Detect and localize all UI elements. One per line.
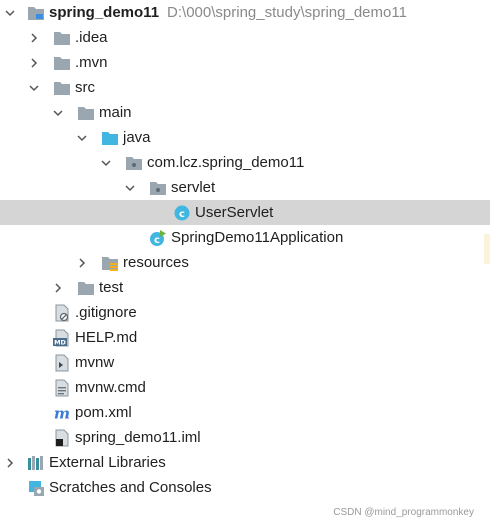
folder-icon bbox=[77, 279, 95, 297]
scratches-icon bbox=[27, 479, 45, 497]
iml-file-icon bbox=[53, 429, 71, 447]
resources-folder-icon bbox=[101, 254, 119, 272]
tree-item-label: servlet bbox=[171, 175, 215, 200]
chevron-down-icon[interactable] bbox=[99, 150, 113, 175]
svg-text:m: m bbox=[54, 404, 70, 422]
chevron-right-icon[interactable] bbox=[27, 25, 41, 50]
tree-item[interactable]: MD HELP.md bbox=[0, 325, 490, 350]
tree-item[interactable]: resources bbox=[0, 250, 490, 275]
chevron-down-icon[interactable] bbox=[27, 75, 41, 100]
tree-item-name: pom.xml bbox=[75, 404, 132, 421]
tree-item-label: .gitignore bbox=[75, 300, 137, 325]
module-folder-icon bbox=[27, 4, 45, 22]
tree-item-name: Scratches and Consoles bbox=[49, 479, 212, 496]
tree-item-name: .gitignore bbox=[75, 304, 137, 321]
tree-item[interactable]: test bbox=[0, 275, 490, 300]
svg-text:MD: MD bbox=[54, 339, 66, 347]
chevron-right-icon[interactable] bbox=[75, 250, 89, 275]
text-file-icon bbox=[53, 379, 71, 397]
tree-item-name: src bbox=[75, 79, 95, 96]
watermark: CSDN @mind_programmonkey bbox=[333, 507, 474, 518]
gitignore-file-icon bbox=[53, 304, 71, 322]
tree-item-label: UserServlet bbox=[195, 200, 273, 225]
tree-item-label: resources bbox=[123, 250, 189, 275]
editor-edge-marker bbox=[484, 234, 490, 264]
tree-item-name: spring_demo11 bbox=[49, 4, 160, 21]
libraries-icon bbox=[27, 454, 45, 472]
spring-boot-class-icon: c bbox=[149, 229, 167, 247]
script-file-icon bbox=[53, 354, 71, 372]
tree-item-label: spring_demo11 D:\000\spring_study\spring_… bbox=[49, 0, 407, 25]
project-tree: spring_demo11 D:\000\spring_study\spring_… bbox=[0, 0, 490, 500]
tree-item-name: SpringDemo11Application bbox=[171, 229, 344, 246]
tree-item-label: main bbox=[99, 100, 132, 125]
tree-item-name: java bbox=[123, 129, 151, 146]
tree-item-name: test bbox=[99, 279, 124, 296]
tree-item[interactable]: main bbox=[0, 100, 490, 125]
tree-item[interactable]: src bbox=[0, 75, 490, 100]
tree-item-name: External Libraries bbox=[49, 454, 166, 471]
chevron-right-icon[interactable] bbox=[51, 275, 65, 300]
java-class-icon: c bbox=[173, 204, 191, 222]
svg-text:c: c bbox=[179, 209, 185, 220]
source-folder-icon bbox=[101, 129, 119, 147]
tree-item-name: .mvn bbox=[75, 54, 108, 71]
tree-item-name: mvnw.cmd bbox=[75, 379, 146, 396]
tree-item-name: servlet bbox=[171, 179, 216, 196]
tree-item[interactable]: .mvn bbox=[0, 50, 490, 75]
tree-item[interactable]: Scratches and Consoles bbox=[0, 475, 490, 500]
tree-item-name: UserServlet bbox=[195, 204, 274, 221]
tree-item-label: SpringDemo11Application bbox=[171, 225, 343, 250]
package-icon bbox=[149, 179, 167, 197]
tree-item-label: Scratches and Consoles bbox=[49, 475, 212, 500]
tree-item[interactable]: java bbox=[0, 125, 490, 150]
tree-item-name: .idea bbox=[75, 29, 108, 46]
tree-item-label: .idea bbox=[75, 25, 108, 50]
tree-item[interactable]: External Libraries bbox=[0, 450, 490, 475]
folder-icon bbox=[77, 104, 95, 122]
tree-item[interactable]: c UserServlet bbox=[0, 200, 490, 225]
tree-item[interactable]: c SpringDemo11Application bbox=[0, 225, 490, 250]
chevron-right-icon[interactable] bbox=[3, 450, 17, 475]
tree-item-name: HELP.md bbox=[75, 329, 138, 346]
tree-item-label: pom.xml bbox=[75, 400, 132, 425]
project-path: D:\000\spring_study\spring_demo11 bbox=[167, 4, 407, 21]
tree-item[interactable]: spring_demo11.iml bbox=[0, 425, 490, 450]
tree-item-label: mvnw bbox=[75, 350, 114, 375]
maven-icon: m bbox=[53, 404, 71, 422]
tree-item-label: src bbox=[75, 75, 95, 100]
chevron-down-icon[interactable] bbox=[123, 175, 137, 200]
markdown-file-icon: MD bbox=[53, 329, 71, 347]
folder-icon bbox=[53, 29, 71, 47]
tree-item-label: External Libraries bbox=[49, 450, 166, 475]
tree-item-label: java bbox=[123, 125, 151, 150]
tree-item-label: .mvn bbox=[75, 50, 108, 75]
tree-item-name: spring_demo11.iml bbox=[75, 429, 201, 446]
tree-item[interactable]: com.lcz.spring_demo11 bbox=[0, 150, 490, 175]
tree-item[interactable]: mvnw.cmd bbox=[0, 375, 490, 400]
folder-icon bbox=[53, 79, 71, 97]
tree-item-name: mvnw bbox=[75, 354, 115, 371]
tree-item[interactable]: m pom.xml bbox=[0, 400, 490, 425]
chevron-right-icon[interactable] bbox=[27, 50, 41, 75]
chevron-down-icon[interactable] bbox=[75, 125, 89, 150]
tree-item-label: spring_demo11.iml bbox=[75, 425, 201, 450]
folder-icon bbox=[53, 54, 71, 72]
tree-item-label: com.lcz.spring_demo11 bbox=[147, 150, 304, 175]
package-icon bbox=[125, 154, 143, 172]
tree-item-name: main bbox=[99, 104, 132, 121]
svg-text:c: c bbox=[154, 235, 160, 246]
chevron-down-icon[interactable] bbox=[3, 0, 17, 25]
tree-item-name: resources bbox=[123, 254, 189, 271]
tree-item[interactable]: servlet bbox=[0, 175, 490, 200]
tree-item-label: HELP.md bbox=[75, 325, 137, 350]
tree-item-name: com.lcz.spring_demo11 bbox=[147, 154, 305, 171]
tree-item[interactable]: mvnw bbox=[0, 350, 490, 375]
tree-item[interactable]: .gitignore bbox=[0, 300, 490, 325]
tree-item-label: test bbox=[99, 275, 123, 300]
chevron-down-icon[interactable] bbox=[51, 100, 65, 125]
tree-item-label: mvnw.cmd bbox=[75, 375, 146, 400]
tree-item[interactable]: spring_demo11 D:\000\spring_study\spring_… bbox=[0, 0, 490, 25]
tree-item[interactable]: .idea bbox=[0, 25, 490, 50]
